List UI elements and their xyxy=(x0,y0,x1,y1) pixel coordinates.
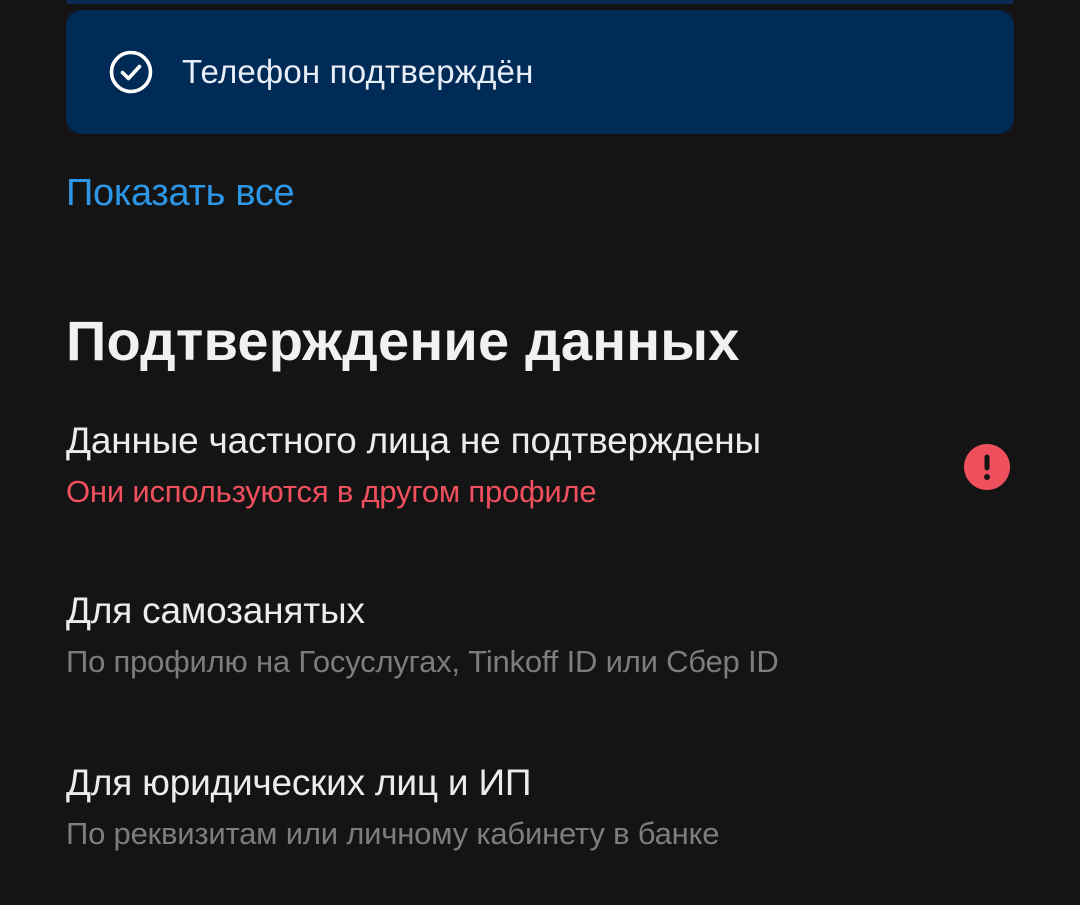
self-employed-verification-row[interactable]: Для самозанятых По профилю на Госуслугах… xyxy=(66,590,1014,680)
private-person-verification-row[interactable]: Данные частного лица не подтверждены Они… xyxy=(66,420,1014,510)
alert-icon xyxy=(964,444,1010,490)
show-all-link[interactable]: Показать все xyxy=(66,172,295,215)
phone-verified-card: Телефон подтверждён xyxy=(66,10,1014,134)
row-error-subtitle: Они используются в другом профиле xyxy=(66,474,597,509)
page: Телефон подтверждён Показать все Подтвер… xyxy=(0,0,1080,905)
row-subtitle: По реквизитам или личному кабинету в бан… xyxy=(66,816,720,851)
previous-card-edge xyxy=(66,0,1014,4)
row-title: Для юридических лиц и ИП xyxy=(66,762,532,803)
check-circle-icon xyxy=(108,49,154,95)
row-title: Данные частного лица не подтверждены xyxy=(66,420,761,461)
phone-verified-label: Телефон подтверждён xyxy=(182,53,534,90)
legal-entity-verification-row[interactable]: Для юридических лиц и ИП По реквизитам и… xyxy=(66,762,1014,852)
section-title: Подтверждение данных xyxy=(66,309,740,372)
row-title: Для самозанятых xyxy=(66,590,365,631)
row-subtitle: По профилю на Госуслугах, Tinkoff ID или… xyxy=(66,644,779,679)
